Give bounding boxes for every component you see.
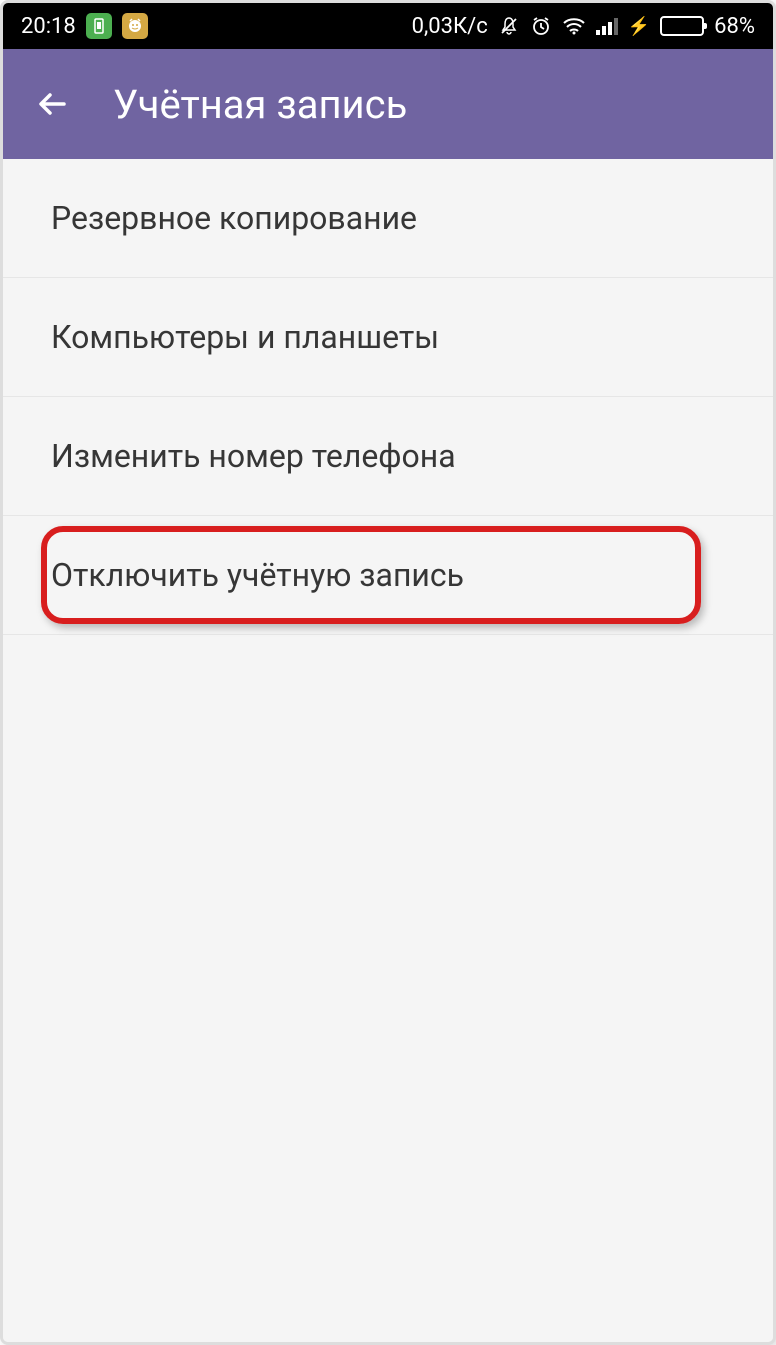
status-left: 20:18 bbox=[21, 13, 148, 39]
alarm-icon bbox=[530, 15, 552, 37]
app-header: Учётная запись bbox=[3, 49, 773, 159]
status-app-icon-1 bbox=[86, 13, 112, 39]
menu-item-label: Резервное копирование bbox=[51, 199, 417, 237]
device-frame: 20:18 0,03К/с bbox=[0, 0, 776, 1345]
back-button[interactable] bbox=[33, 84, 73, 124]
status-app-icon-2 bbox=[122, 13, 148, 39]
content-area: Резервное копирование Компьютеры и планш… bbox=[3, 159, 773, 1342]
charging-icon: ⚡ bbox=[628, 16, 650, 37]
status-bar: 20:18 0,03К/с bbox=[3, 3, 773, 49]
menu-item-label: Компьютеры и планшеты bbox=[51, 318, 439, 356]
menu-item-deactivate-account[interactable]: Отключить учётную запись bbox=[3, 516, 773, 635]
battery-icon bbox=[660, 16, 704, 36]
menu-item-label: Отключить учётную запись bbox=[51, 556, 464, 594]
status-time: 20:18 bbox=[21, 14, 76, 39]
signal-icon bbox=[596, 17, 618, 35]
mute-icon bbox=[498, 15, 520, 37]
menu-item-computers-tablets[interactable]: Компьютеры и планшеты bbox=[3, 278, 773, 397]
data-rate: 0,03К/с bbox=[412, 14, 488, 39]
battery-percent: 68% bbox=[714, 14, 755, 39]
menu-item-label: Изменить номер телефона bbox=[51, 437, 456, 475]
wifi-icon bbox=[562, 16, 586, 36]
arrow-left-icon bbox=[34, 85, 72, 123]
menu-item-change-phone[interactable]: Изменить номер телефона bbox=[3, 397, 773, 516]
menu-item-backup[interactable]: Резервное копирование bbox=[3, 159, 773, 278]
page-title: Учётная запись bbox=[113, 81, 407, 128]
status-right: 0,03К/с bbox=[412, 14, 755, 39]
